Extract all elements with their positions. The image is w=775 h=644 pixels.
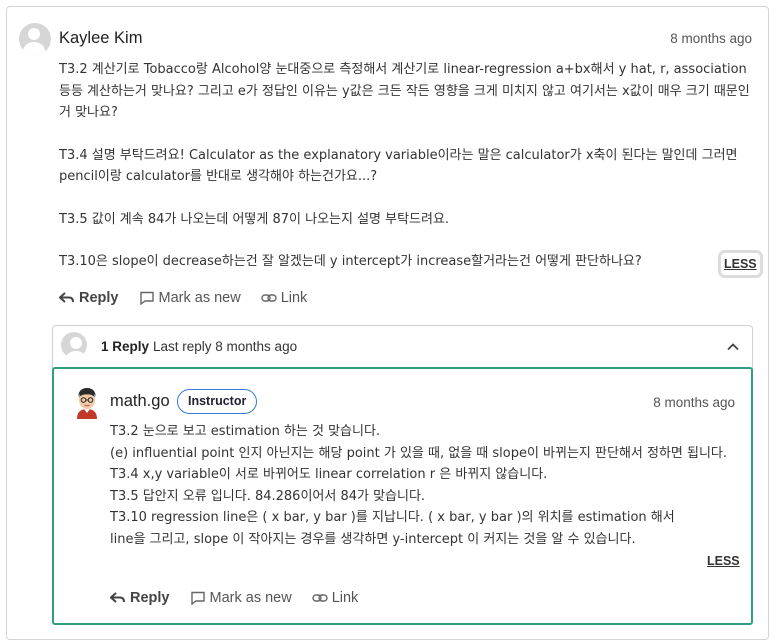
- reply-actions: Reply Mark as new Link: [109, 590, 378, 606]
- link-label: Link: [331, 590, 359, 606]
- reply-line: T3.10 regression line은 ( x bar, y bar )를…: [110, 510, 679, 547]
- thread-header[interactable]: 1 Reply Last reply 8 months ago: [53, 326, 752, 368]
- reply-line: T3.4 x,y variable이 서로 바뀌어도 linear correl…: [110, 467, 548, 482]
- reply-arrow-icon: [109, 591, 126, 605]
- reply-label: Reply: [79, 290, 119, 306]
- post-actions: Reply Mark as new Link: [58, 290, 327, 306]
- author-avatar[interactable]: [19, 23, 51, 55]
- reply-button[interactable]: Reply: [58, 290, 119, 306]
- replies-thread: 1 Reply Last reply 8 months ago math.go …: [52, 325, 753, 625]
- reply-label: Reply: [130, 590, 170, 606]
- chevron-up-icon[interactable]: [726, 339, 740, 353]
- reply-less-button[interactable]: LESS: [707, 554, 740, 568]
- post-body: T3.2 계산기로 Tobacco랑 Alcohol양 눈대중으로 측정해서 계…: [59, 59, 759, 273]
- post-paragraph: T3.2 계산기로 Tobacco랑 Alcohol양 눈대중으로 측정해서 계…: [59, 62, 751, 120]
- instructor-badge: Instructor: [177, 389, 258, 414]
- last-reply-info: Last reply 8 months ago: [153, 339, 298, 354]
- reply-line: T3.5 답안지 오류 입니다. 84.286이어서 84가 맞습니다.: [110, 488, 426, 504]
- reply-line: T3.2 눈으로 보고 estimation 하는 것 맞습니다.: [110, 424, 381, 439]
- less-button[interactable]: LESS: [718, 250, 763, 278]
- post-paragraph: T3.10은 slope이 decrease하는건 잘 알겠는데 y inter…: [59, 254, 642, 269]
- reply-time: 8 months ago: [653, 395, 735, 410]
- reply-card: math.go Instructor 8 months ago T3.2 눈으로…: [52, 367, 753, 625]
- reply-mark-as-new-button[interactable]: Mark as new: [190, 590, 292, 606]
- link-label: Link: [280, 290, 308, 306]
- comment-icon: [190, 591, 206, 606]
- reply-arrow-icon: [58, 291, 75, 305]
- link-button[interactable]: Link: [261, 290, 308, 306]
- link-icon: [312, 591, 328, 605]
- reply-reply-button[interactable]: Reply: [109, 590, 170, 606]
- reply-body: T3.2 눈으로 보고 estimation 하는 것 맞습니다. (e) in…: [110, 421, 728, 550]
- post-card: Kaylee Kim 8 months ago T3.2 계산기로 Tobacc…: [6, 6, 769, 640]
- mark-as-new-label: Mark as new: [158, 290, 241, 306]
- reply-link-button[interactable]: Link: [312, 590, 359, 606]
- mark-as-new-button[interactable]: Mark as new: [139, 290, 241, 306]
- reply-count: 1 Reply: [101, 339, 150, 354]
- post-paragraph: T3.5 값이 계속 84가 나오는데 어떻게 87이 나오는지 설명 부탁드려…: [59, 211, 450, 227]
- instructor-avatar[interactable]: [74, 385, 100, 419]
- author-name[interactable]: Kaylee Kim: [59, 29, 142, 48]
- mark-as-new-label: Mark as new: [209, 590, 292, 606]
- thread-avatar: [61, 332, 87, 358]
- post-time: 8 months ago: [670, 31, 752, 46]
- reply-author-name[interactable]: math.go: [110, 392, 170, 411]
- link-icon: [261, 291, 277, 305]
- reply-line: (e) influential point 인지 아닌지는 해당 point 가…: [110, 445, 728, 461]
- comment-icon: [139, 291, 155, 306]
- post-paragraph: T3.4 설명 부탁드려요! Calculator as the explana…: [59, 147, 742, 185]
